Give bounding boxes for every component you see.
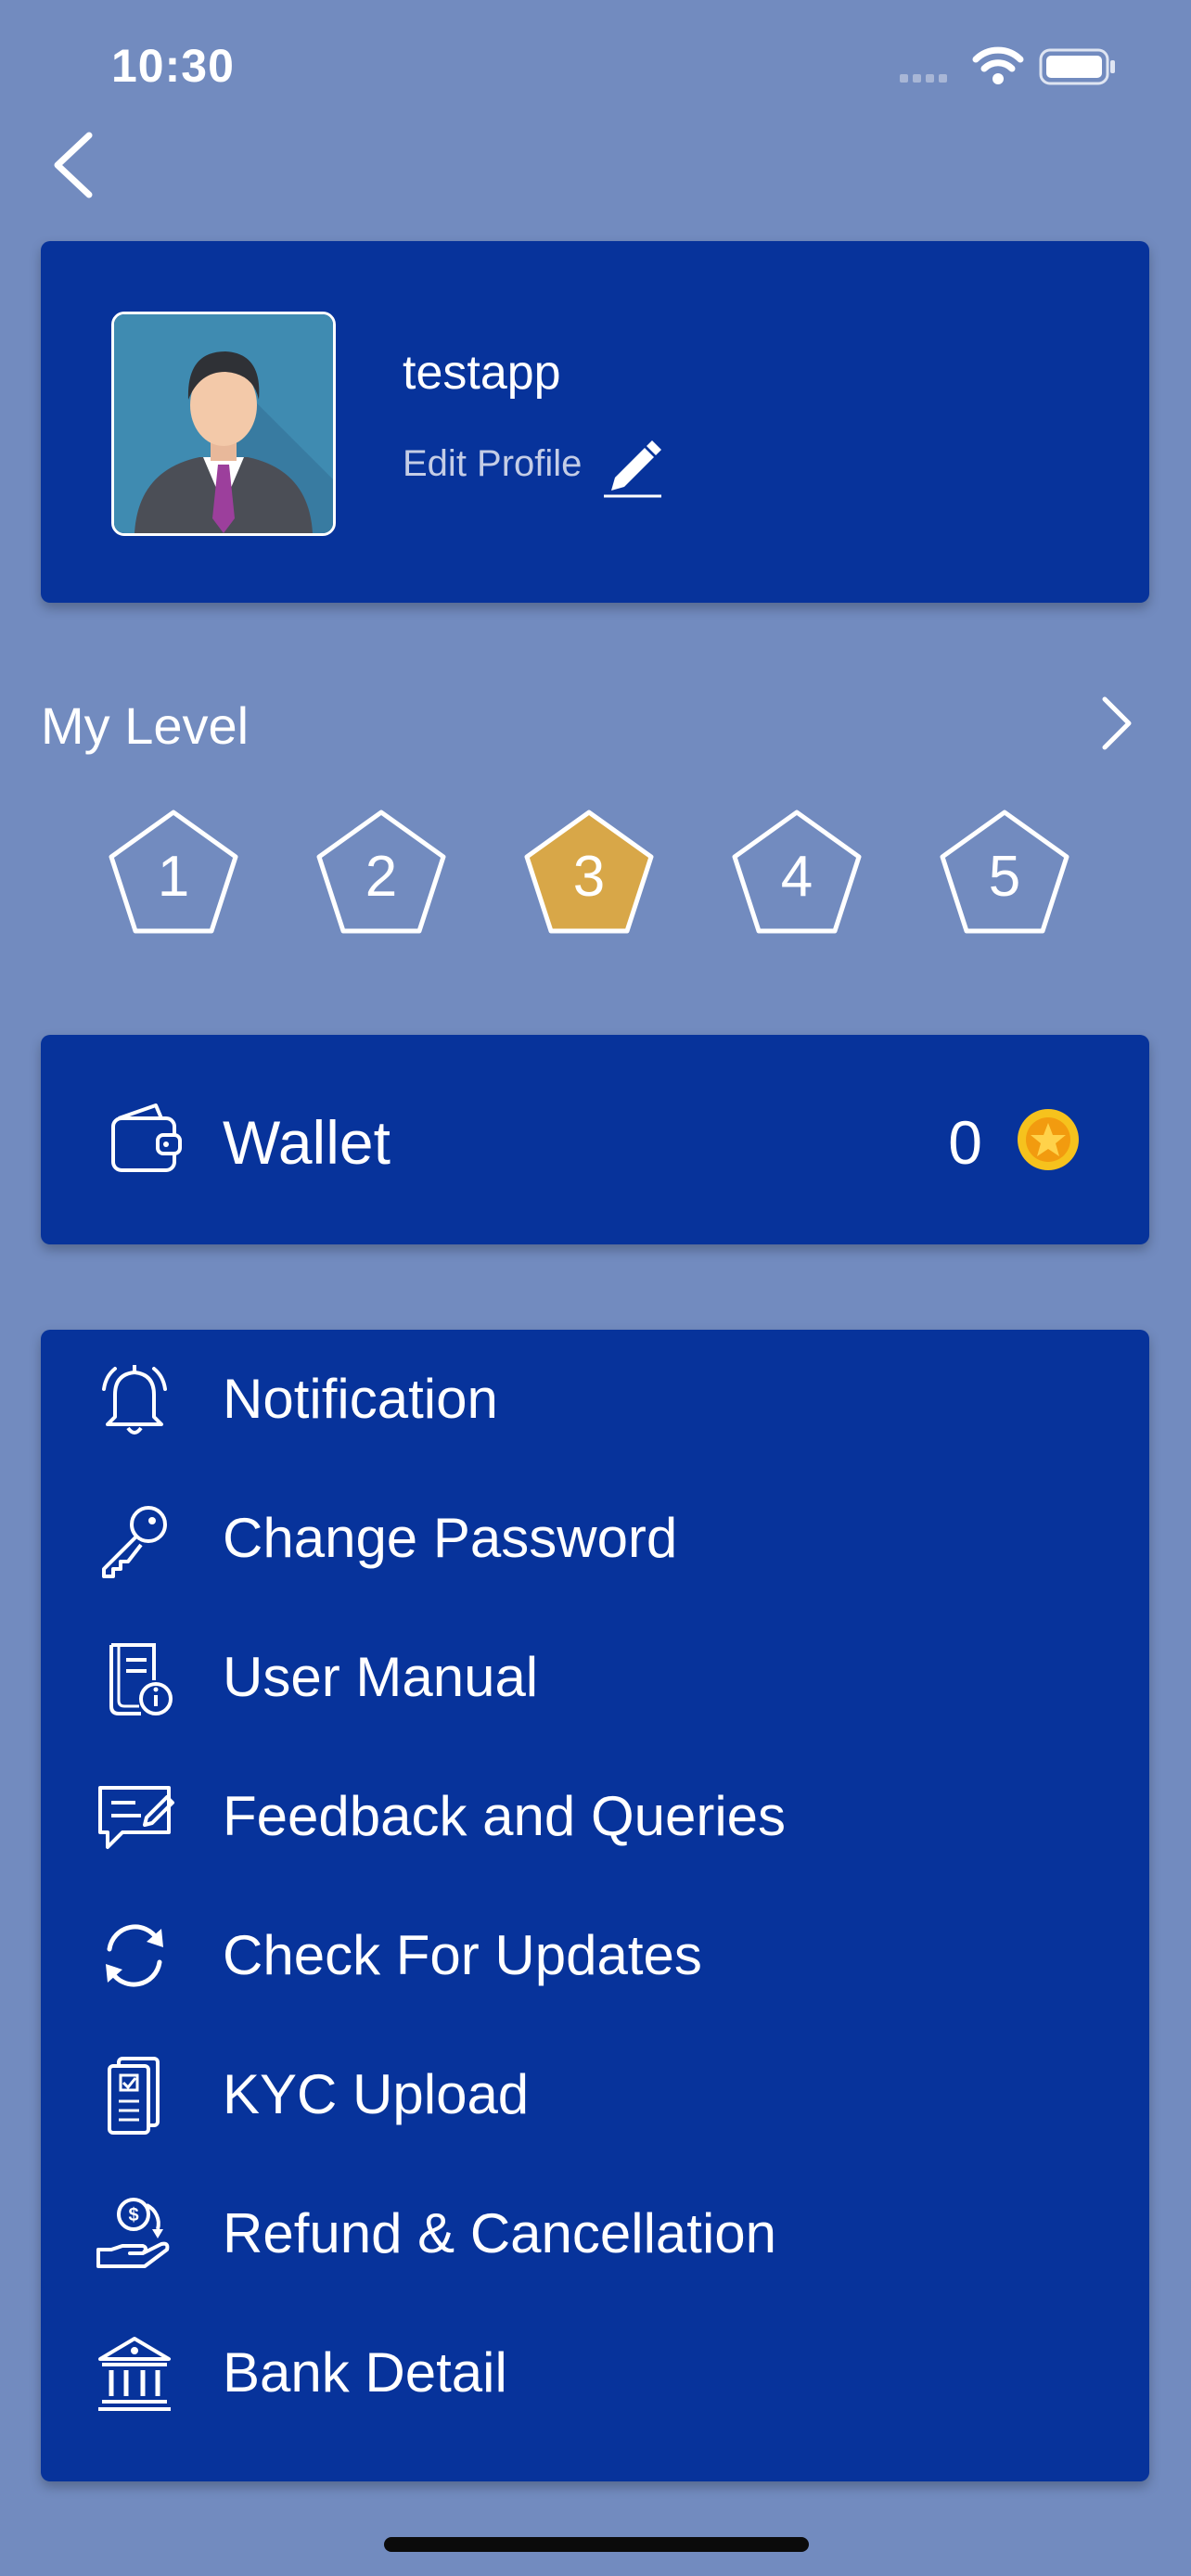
level-badge-2[interactable]: 2	[312, 807, 451, 946]
profile-card: testapp Edit Profile	[41, 241, 1149, 603]
bank-icon	[98, 2337, 171, 2411]
wallet-label: Wallet	[223, 1108, 391, 1177]
level-number: 1	[157, 845, 190, 909]
level-number: 4	[780, 845, 813, 909]
menu-label: Check For Updates	[223, 1924, 702, 1986]
level-number: 5	[988, 845, 1021, 909]
menu-item-refund-cancellation[interactable]: $ Refund & Cancellation	[41, 2164, 1149, 2303]
menu-item-feedback[interactable]: Feedback and Queries	[41, 1747, 1149, 1886]
chevron-left-icon	[54, 132, 93, 198]
level-badge-1[interactable]: 1	[104, 807, 243, 946]
my-level-title: My Level	[41, 696, 250, 755]
wallet-card[interactable]: Wallet 0	[41, 1035, 1149, 1244]
battery-icon	[1039, 48, 1115, 85]
my-level-header[interactable]: My Level	[41, 686, 1149, 760]
bell-icon	[102, 1365, 167, 1435]
level-badges: 1 2 3 4 5	[104, 807, 1087, 946]
svg-text:$: $	[128, 2205, 138, 2225]
avatar[interactable]	[111, 312, 336, 536]
refresh-icon	[106, 1924, 163, 1987]
level-badge-4[interactable]: 4	[727, 807, 866, 946]
menu-label: Change Password	[223, 1507, 678, 1569]
profile-username: testapp	[403, 346, 561, 400]
level-badge-3[interactable]: 3	[519, 807, 659, 946]
signal-icon	[900, 70, 952, 87]
menu-item-user-manual[interactable]: User Manual	[41, 1608, 1149, 1747]
edit-profile-label: Edit Profile	[403, 442, 583, 484]
user-avatar-icon	[114, 314, 333, 533]
menu-label: User Manual	[223, 1646, 539, 1708]
status-time: 10:30	[111, 40, 235, 92]
edit-profile-button[interactable]: Edit Profile	[403, 427, 663, 501]
pencil-icon	[604, 440, 662, 498]
menu-label: Bank Detail	[223, 2341, 507, 2404]
level-number: 3	[572, 845, 606, 909]
wallet-balance: 0	[948, 1108, 982, 1177]
feedback-icon	[98, 1786, 174, 1849]
settings-menu: Notification Change Password User Manual	[41, 1330, 1149, 2481]
status-bar: 10:30	[0, 0, 1191, 130]
menu-item-notification[interactable]: Notification	[41, 1330, 1149, 1469]
menu-item-check-updates[interactable]: Check For Updates	[41, 1886, 1149, 2025]
menu-label: Notification	[223, 1368, 498, 1430]
menu-item-bank-detail[interactable]: Bank Detail	[41, 2303, 1149, 2442]
wifi-icon	[972, 46, 1024, 84]
key-icon	[102, 1506, 167, 1578]
menu-item-kyc-upload[interactable]: KYC Upload	[41, 2025, 1149, 2164]
manual-book-icon	[109, 1643, 173, 1715]
menu-label: Refund & Cancellation	[223, 2202, 777, 2264]
menu-label: Feedback and Queries	[223, 1785, 787, 1847]
wallet-icon	[111, 1103, 182, 1172]
back-button[interactable]	[46, 126, 111, 204]
refund-icon: $	[96, 2198, 170, 2268]
level-number: 2	[365, 845, 398, 909]
home-indicator	[384, 2537, 809, 2552]
coin-icon	[1018, 1109, 1079, 1170]
level-badge-5[interactable]: 5	[935, 807, 1074, 946]
document-check-icon	[108, 2057, 160, 2135]
chevron-right-icon	[1102, 696, 1132, 750]
menu-item-change-password[interactable]: Change Password	[41, 1469, 1149, 1608]
menu-label: KYC Upload	[223, 2063, 530, 2125]
